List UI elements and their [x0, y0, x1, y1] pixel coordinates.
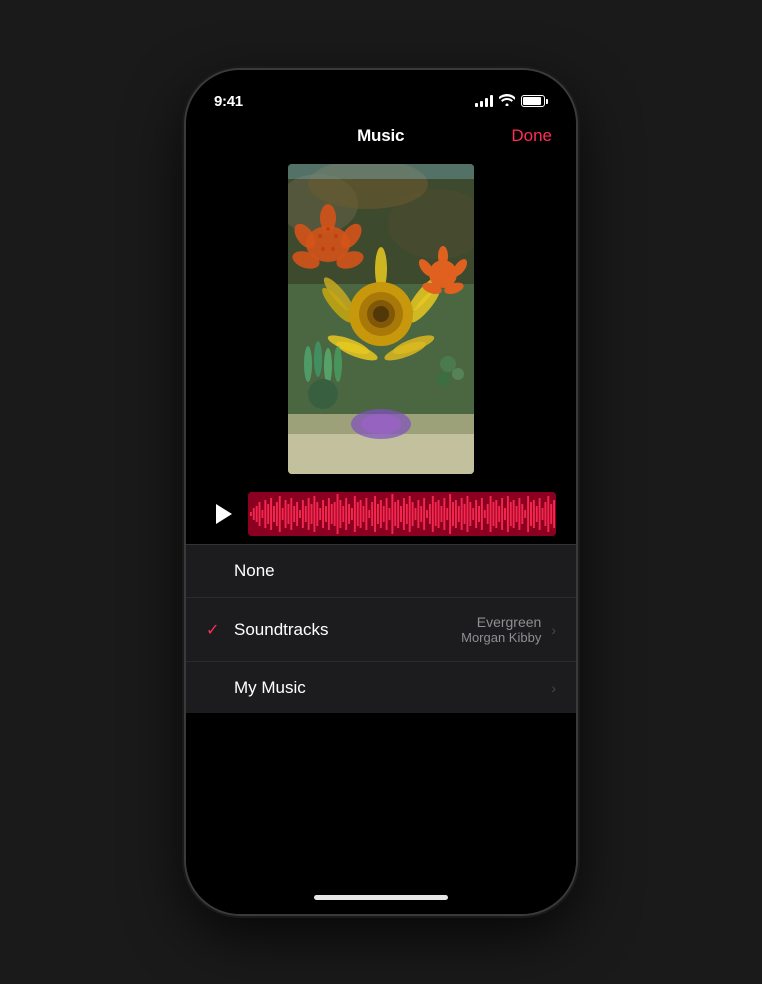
nav-bar: Music Done — [186, 118, 576, 154]
item-left-my-music: My Music — [206, 678, 306, 698]
bottom-space — [186, 713, 576, 881]
video-thumbnail[interactable] — [288, 164, 474, 474]
phone-frame: 9:41 — [186, 70, 576, 914]
play-icon — [216, 504, 232, 524]
checkmark-soundtracks: ✓ — [206, 620, 222, 640]
item-label-none: None — [234, 561, 275, 581]
play-button[interactable] — [206, 498, 238, 530]
track-name-soundtracks: Evergreen — [477, 614, 542, 630]
item-right-my-music: › — [547, 680, 556, 696]
home-indicator[interactable] — [186, 880, 576, 914]
signal-icon — [475, 95, 493, 107]
screen: 9:41 — [186, 70, 576, 914]
artist-soundtracks: Morgan Kibby — [461, 630, 541, 645]
item-right-soundtracks: Evergreen Morgan Kibby › — [461, 614, 556, 645]
home-bar — [314, 895, 448, 900]
notch — [306, 70, 456, 100]
item-label-my-music: My Music — [234, 678, 306, 698]
item-left-soundtracks: ✓ Soundtracks — [206, 620, 329, 640]
item-label-soundtracks: Soundtracks — [234, 620, 329, 640]
music-list: None ✓ Soundtracks Evergreen Morgan Kibb… — [186, 545, 576, 713]
done-button[interactable]: Done — [511, 126, 552, 146]
player-section — [186, 484, 576, 544]
checkmark-my-music — [206, 679, 222, 697]
list-item-soundtracks[interactable]: ✓ Soundtracks Evergreen Morgan Kibby › — [186, 598, 576, 662]
page-title: Music — [357, 126, 404, 146]
checkmark-none — [206, 562, 222, 580]
video-preview-area — [186, 154, 576, 484]
status-time: 9:41 — [214, 93, 243, 110]
list-item-my-music[interactable]: My Music › — [186, 662, 576, 713]
chevron-my-music: › — [551, 680, 556, 696]
thumbnail-image — [288, 164, 474, 474]
wifi-icon — [499, 94, 515, 109]
list-item-none[interactable]: None — [186, 545, 576, 598]
item-subtitle-soundtracks: Evergreen Morgan Kibby — [461, 614, 541, 645]
chevron-soundtracks: › — [551, 622, 556, 638]
item-left-none: None — [206, 561, 275, 581]
waveform[interactable] — [248, 492, 556, 536]
status-icons — [475, 94, 548, 109]
battery-icon — [521, 95, 548, 107]
